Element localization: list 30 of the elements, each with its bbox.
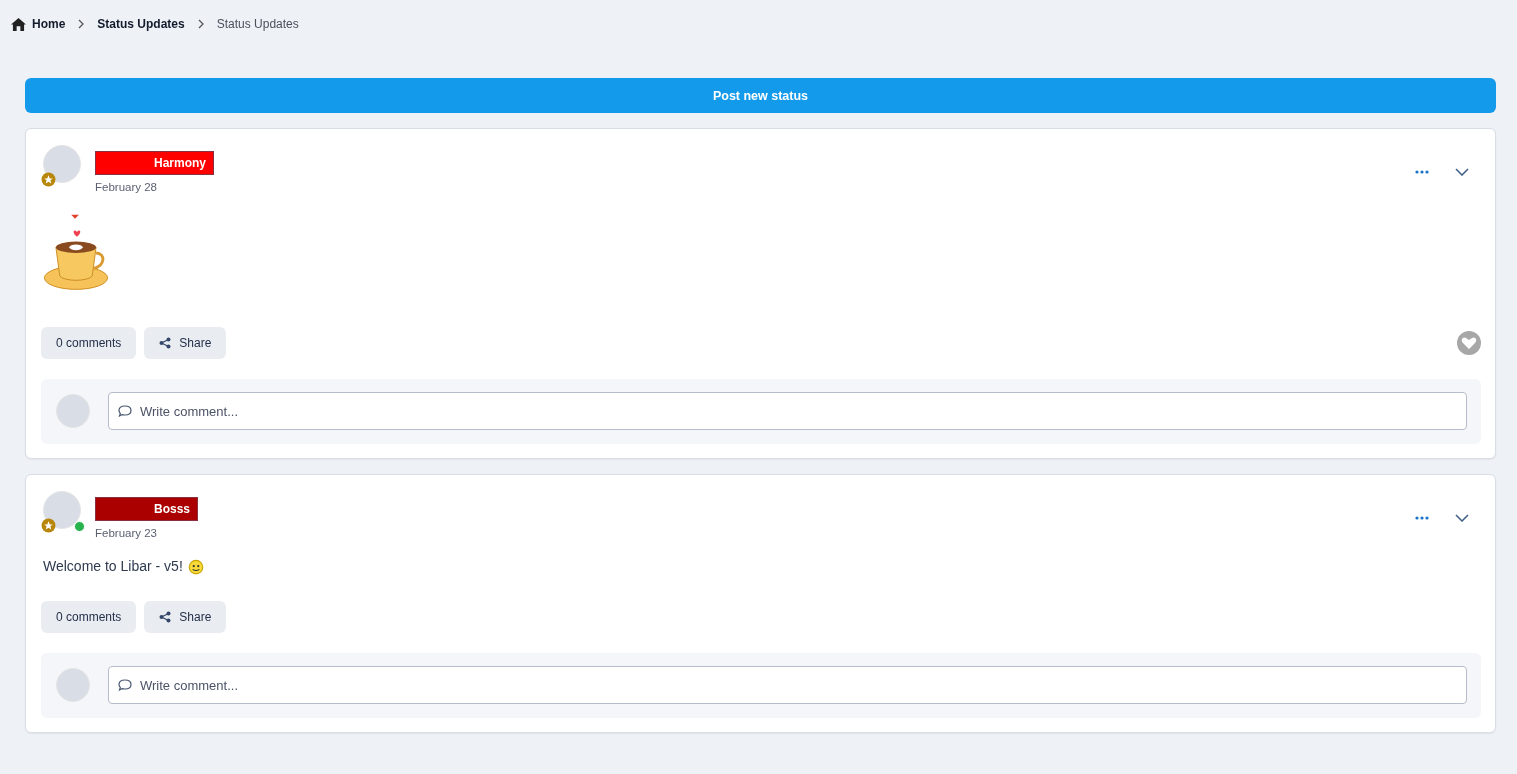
breadcrumb-current: Status Updates bbox=[216, 17, 299, 31]
avatar[interactable] bbox=[43, 145, 81, 183]
chevron-down-icon[interactable] bbox=[1455, 168, 1469, 176]
chevron-right-icon bbox=[78, 19, 85, 29]
comments-button[interactable]: 0 comments bbox=[41, 327, 137, 359]
chevron-down-icon[interactable] bbox=[1455, 514, 1469, 522]
breadcrumb-link[interactable]: Status Updates bbox=[97, 17, 185, 31]
share-icon bbox=[159, 611, 172, 623]
chevron-right-icon bbox=[197, 19, 204, 29]
breadcrumb-link[interactable]: Home bbox=[32, 17, 66, 31]
username-banner[interactable]: Harmony bbox=[95, 151, 214, 175]
more-options-icon[interactable] bbox=[1415, 170, 1429, 174]
share-button[interactable]: Share bbox=[144, 327, 227, 359]
more-options-icon[interactable] bbox=[1415, 516, 1429, 520]
username-banner[interactable]: Bosss bbox=[95, 497, 199, 521]
post-date: February 28 bbox=[95, 181, 158, 193]
smiley-icon bbox=[186, 557, 205, 575]
avatar bbox=[56, 668, 90, 702]
share-icon bbox=[159, 337, 172, 349]
share-button[interactable]: Share bbox=[144, 601, 227, 633]
avatar bbox=[56, 394, 90, 428]
comments-button[interactable]: 0 comments bbox=[41, 601, 137, 633]
rank-badge-icon bbox=[41, 518, 56, 533]
comment-input[interactable]: Write comment... bbox=[108, 666, 1467, 704]
status-text: Welcome to Libar - v5! bbox=[43, 557, 1481, 575]
avatar[interactable] bbox=[43, 491, 81, 529]
home-icon bbox=[11, 17, 26, 31]
post-date: February 23 bbox=[95, 527, 158, 539]
comment-input[interactable]: Write comment... bbox=[108, 392, 1467, 430]
rank-badge-icon bbox=[41, 172, 56, 187]
